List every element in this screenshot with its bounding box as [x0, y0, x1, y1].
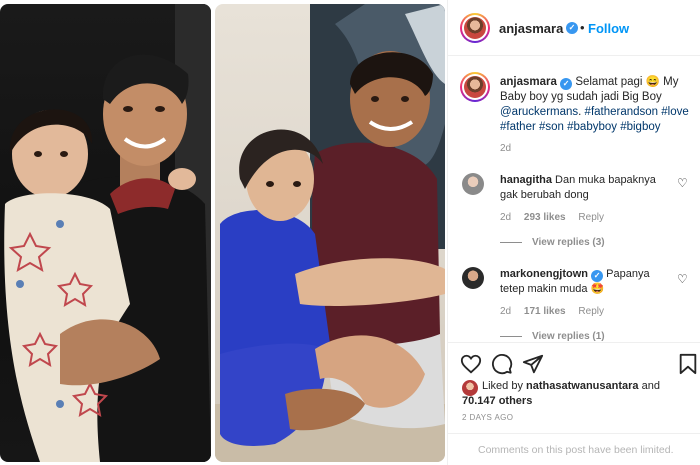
author-avatar-image — [464, 17, 486, 39]
liked-by-prefix: Liked by — [482, 380, 523, 392]
bookmark-icon[interactable] — [678, 353, 698, 375]
verified-badge-icon: ✓ — [566, 22, 578, 34]
comment-icon[interactable] — [491, 353, 513, 375]
liked-by-and: and — [641, 380, 660, 392]
post-actions: Liked by nathasatwanusantara and 70.147 … — [448, 342, 700, 464]
photo-father-and-son-illustration — [215, 4, 445, 462]
comment-meta: 2d 293 likes Reply — [500, 212, 614, 223]
photo-father-and-toddler-illustration — [4, 4, 211, 462]
replies-line — [500, 241, 522, 243]
comment-likes[interactable]: 293 likes — [524, 212, 566, 223]
view-replies[interactable]: View replies (1) — [500, 331, 605, 342]
comment-verified-badge-icon: ✓ — [591, 270, 604, 282]
comment-likes[interactable]: 171 likes — [524, 306, 566, 317]
comment-username[interactable]: markonengjtown — [500, 268, 588, 280]
comment-body: markonengjtown ✓ Papanya tetep makin mud… — [500, 267, 668, 297]
caption-username[interactable]: anjasmara — [500, 76, 557, 88]
comment-like-heart-icon[interactable]: ♡ — [677, 176, 688, 190]
post-media[interactable] — [0, 0, 447, 465]
comment-avatar[interactable] — [462, 173, 484, 195]
comments-limited-notice: Comments on this post have been limited. — [448, 433, 700, 465]
view-replies[interactable]: View replies (3) — [500, 237, 605, 248]
comment-reply-button[interactable]: Reply — [578, 212, 604, 223]
comment-time[interactable]: 2d — [500, 306, 511, 317]
comment-username[interactable]: hanagitha — [500, 174, 552, 186]
follow-button[interactable]: Follow — [588, 21, 629, 36]
follow-separator: • — [580, 20, 585, 35]
liked-by-user[interactable]: nathasatwanusantara — [526, 380, 638, 392]
comment-time[interactable]: 2d — [500, 212, 511, 223]
post-timestamp[interactable]: 2 DAYS AGO — [462, 413, 513, 422]
caption-verified-badge-icon: ✓ — [560, 78, 573, 90]
photo-father-and-toddler — [0, 4, 211, 462]
caption-timestamp[interactable]: 2d — [500, 143, 511, 154]
heart-icon[interactable] — [460, 353, 482, 375]
author-username[interactable]: anjasmara — [499, 21, 563, 36]
liked-by-avatar[interactable] — [462, 380, 478, 396]
post-caption: anjasmara ✓ Selamat pagi 😄 My Baby boy y… — [500, 75, 692, 135]
likes-count[interactable]: 70.147 others — [462, 395, 532, 407]
post-header: anjasmara ✓ • Follow — [448, 0, 700, 56]
caption-author-avatar-image — [464, 76, 486, 98]
author-avatar[interactable] — [460, 13, 490, 43]
view-replies-label: View replies (3) — [532, 237, 605, 248]
photo-father-and-son — [215, 4, 445, 462]
post-details-panel: anjasmara ✓ • Follow anjasmara ✓ Selamat… — [447, 0, 700, 465]
liked-by: Liked by nathasatwanusantara and — [482, 379, 660, 393]
replies-line — [500, 335, 522, 337]
comment-avatar[interactable] — [462, 267, 484, 289]
share-icon[interactable] — [522, 353, 544, 375]
comment-like-heart-icon[interactable]: ♡ — [677, 272, 688, 286]
comment-reply-button[interactable]: Reply — [578, 306, 604, 317]
caption-mention[interactable]: @aruckermans — [500, 106, 578, 118]
view-replies-label: View replies (1) — [532, 331, 605, 342]
comment-body: hanagitha Dan muka bapaknya gak berubah … — [500, 173, 668, 203]
caption-author-avatar[interactable] — [460, 72, 490, 102]
comment-meta: 2d 171 likes Reply — [500, 306, 614, 317]
